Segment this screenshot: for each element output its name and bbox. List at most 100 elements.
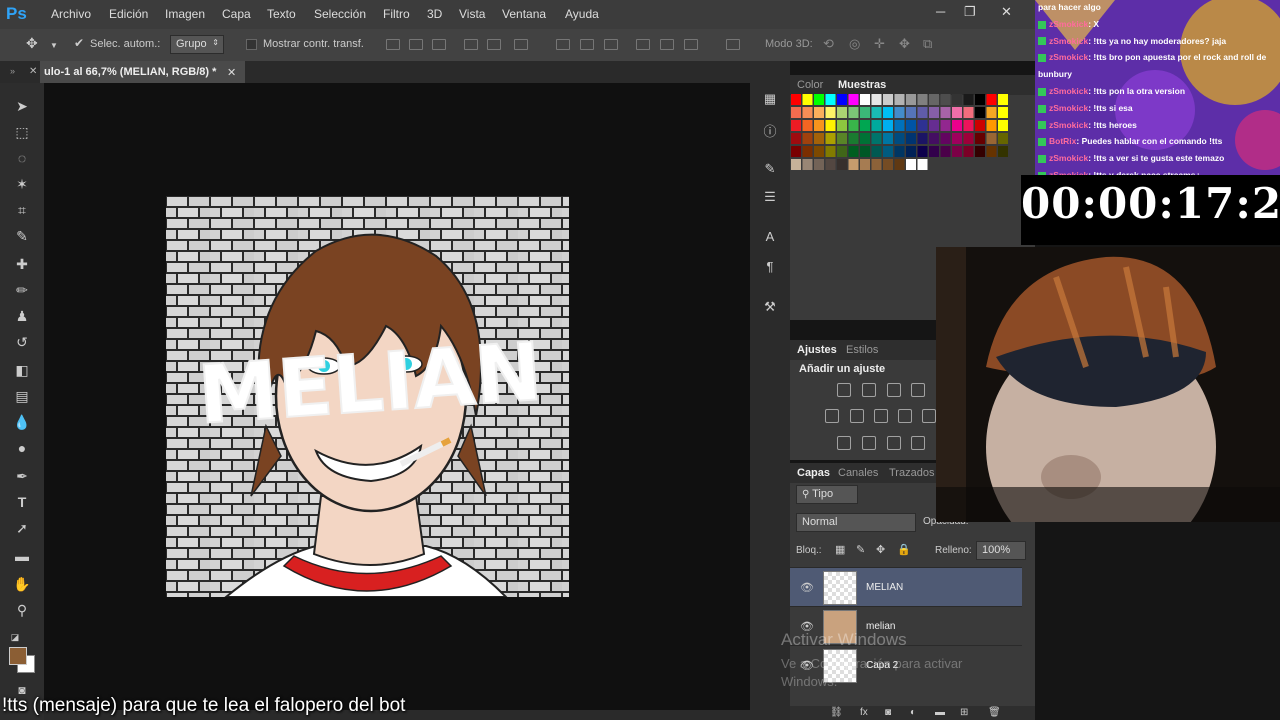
color-swatch[interactable]	[917, 107, 928, 118]
distribute-vcenter-icon[interactable]	[580, 39, 594, 50]
path-selection-icon[interactable]: ➚	[13, 519, 31, 537]
healing-brush-icon[interactable]: ✚	[13, 255, 31, 273]
auto-align-icon[interactable]	[726, 39, 740, 50]
rectangle-tool-icon[interactable]: ▬	[13, 547, 31, 565]
color-swatch[interactable]	[791, 159, 801, 170]
color-swatch[interactable]	[814, 146, 824, 157]
color-swatch[interactable]	[802, 94, 813, 105]
color-swatch[interactable]	[986, 120, 997, 131]
paragraph-panel-icon[interactable]: ¶	[762, 259, 778, 275]
color-swatch[interactable]	[802, 120, 813, 131]
tab-canales[interactable]: Canales	[838, 467, 878, 479]
color-swatch[interactable]	[940, 146, 951, 157]
color-swatch[interactable]	[917, 94, 928, 105]
restore-button[interactable]: ❐	[964, 4, 976, 20]
photo-filter-icon[interactable]	[922, 409, 936, 423]
color-swatch[interactable]	[802, 159, 813, 170]
foreground-color-swatch[interactable]	[9, 647, 27, 665]
clone-stamp-icon[interactable]: ♟	[13, 307, 31, 325]
color-swatch[interactable]	[848, 133, 859, 144]
color-swatch[interactable]	[975, 146, 985, 157]
menu-texto[interactable]: Texto	[267, 7, 296, 21]
color-swatch[interactable]	[802, 146, 813, 157]
slide-3d-icon[interactable]: ✥	[899, 36, 910, 52]
color-swatch[interactable]	[998, 107, 1008, 118]
color-swatch[interactable]	[848, 107, 859, 118]
color-swatch[interactable]	[917, 133, 928, 144]
color-swatch[interactable]	[906, 107, 916, 118]
align-bottom-icon[interactable]	[432, 39, 446, 50]
posterize-icon[interactable]	[862, 436, 876, 450]
marquee-tool-icon[interactable]: ⬚	[13, 123, 31, 141]
menu-edicion[interactable]: Edición	[109, 7, 148, 21]
hand-tool-icon[interactable]: ✋	[13, 575, 31, 593]
color-swatch[interactable]	[871, 94, 882, 105]
color-swatch[interactable]	[986, 133, 997, 144]
blur-icon[interactable]: 💧	[13, 413, 31, 431]
color-swatch[interactable]	[837, 133, 847, 144]
fill-input[interactable]: 100%	[976, 541, 1026, 560]
color-swatch[interactable]	[963, 146, 974, 157]
color-balance-icon[interactable]	[874, 409, 888, 423]
color-swatch[interactable]	[883, 146, 893, 157]
eyedropper-icon[interactable]: ✎	[13, 227, 31, 245]
align-left-icon[interactable]	[464, 39, 478, 50]
color-swatch[interactable]	[837, 146, 847, 157]
color-swatch[interactable]	[894, 146, 905, 157]
character-panel-icon[interactable]: A	[762, 229, 778, 245]
color-swatch[interactable]	[802, 107, 813, 118]
adjustment-layer-icon[interactable]: ◐	[910, 707, 916, 718]
color-swatch[interactable]	[906, 133, 916, 144]
color-swatch[interactable]	[883, 94, 893, 105]
tab-ajustes[interactable]: Ajustes	[797, 344, 837, 356]
color-swatch[interactable]	[917, 120, 928, 131]
color-swatch[interactable]	[906, 146, 916, 157]
color-swatch[interactable]	[940, 94, 951, 105]
color-swatch[interactable]	[952, 94, 962, 105]
menu-capa[interactable]: Capa	[222, 7, 251, 21]
magic-wand-icon[interactable]: ✶	[13, 175, 31, 193]
group-icon[interactable]: ▬	[935, 707, 945, 718]
color-swatch[interactable]	[860, 159, 870, 170]
color-swatch[interactable]	[975, 107, 985, 118]
distribute-bottom-icon[interactable]	[604, 39, 618, 50]
lock-pixels-icon[interactable]: ✎	[856, 543, 865, 556]
color-swatch[interactable]	[894, 94, 905, 105]
gradient-icon[interactable]: ▤	[13, 387, 31, 405]
new-layer-icon[interactable]: ⊞	[960, 707, 968, 718]
color-swatch[interactable]	[860, 107, 870, 118]
orbit-3d-icon[interactable]: ⟲	[823, 36, 834, 52]
blend-mode-dropdown[interactable]: Normal	[796, 513, 916, 532]
color-swatch[interactable]	[814, 94, 824, 105]
layer-row[interactable]: 👁 MELIAN	[790, 567, 1022, 606]
menu-archivo[interactable]: Archivo	[51, 7, 91, 21]
close-button[interactable]: ✕	[1001, 4, 1012, 20]
color-swatch[interactable]	[825, 146, 836, 157]
crop-tool-icon[interactable]: ⌗	[13, 201, 31, 219]
move-tool-icon[interactable]: ✥	[26, 35, 38, 52]
align-right-icon[interactable]	[514, 39, 528, 50]
color-swatch[interactable]	[940, 133, 951, 144]
color-swatch[interactable]	[791, 94, 801, 105]
exposure-icon[interactable]	[911, 383, 925, 397]
distribute-hcenter-icon[interactable]	[660, 39, 674, 50]
color-swatch[interactable]	[825, 107, 836, 118]
color-swatch[interactable]	[963, 107, 974, 118]
color-swatch[interactable]	[894, 120, 905, 131]
color-swatch[interactable]	[952, 107, 962, 118]
checkmark-icon[interactable]: ✔	[74, 36, 84, 50]
align-top-icon[interactable]	[386, 39, 400, 50]
roll-3d-icon[interactable]: ◎	[849, 36, 860, 52]
color-swatch[interactable]	[871, 146, 882, 157]
link-layers-icon[interactable]: ⛓	[830, 707, 843, 718]
color-swatch[interactable]	[940, 120, 951, 131]
color-swatch[interactable]	[929, 120, 939, 131]
color-swatch[interactable]	[929, 146, 939, 157]
color-swatch[interactable]	[917, 159, 928, 170]
color-swatch[interactable]	[952, 146, 962, 157]
color-swatch[interactable]	[906, 120, 916, 131]
color-swatch[interactable]	[837, 107, 847, 118]
color-swatch[interactable]	[848, 159, 859, 170]
lock-position-icon[interactable]: ✥	[876, 543, 885, 556]
color-swatch[interactable]	[929, 94, 939, 105]
